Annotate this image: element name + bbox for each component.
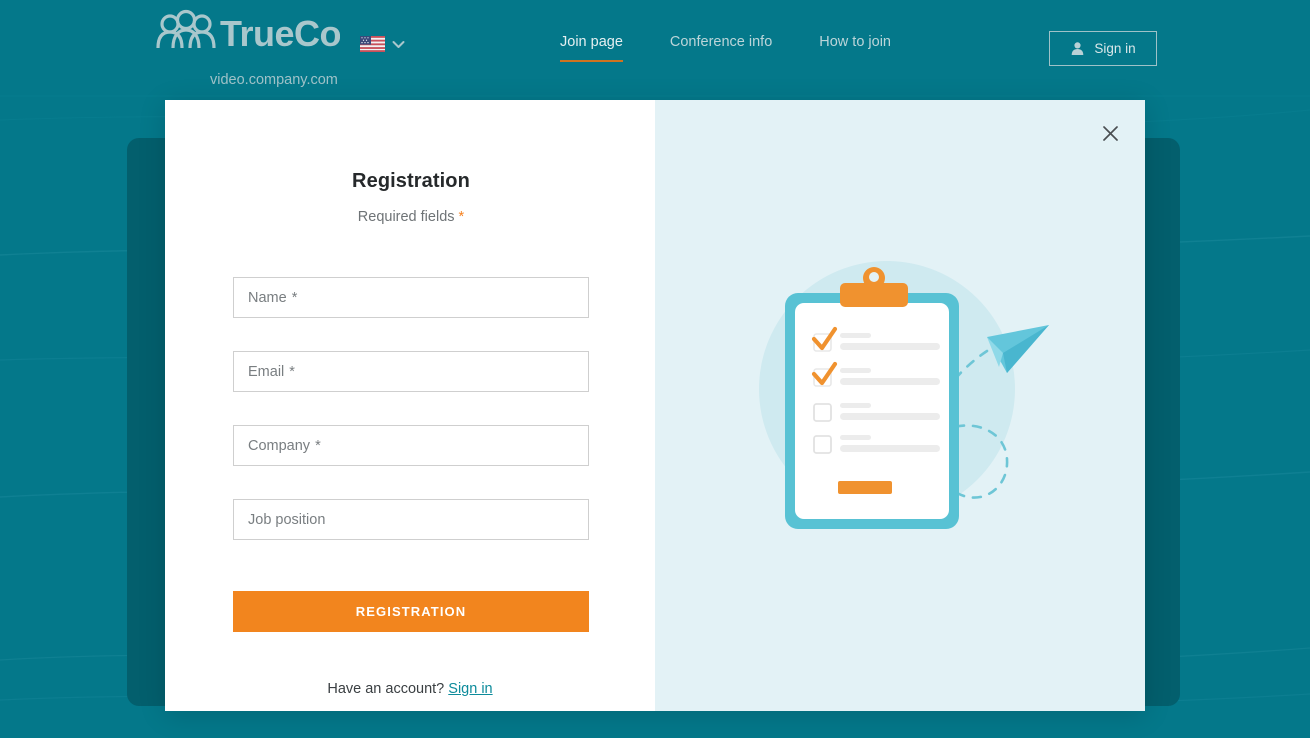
nav-item-conference-info[interactable]: Conference info bbox=[670, 34, 772, 62]
job-position-field-placeholder: Job position bbox=[248, 511, 326, 528]
brand-logo[interactable]: TrueConf video.company.com bbox=[150, 8, 350, 88]
name-required-asterisk: * bbox=[291, 289, 298, 306]
signin-button[interactable]: Sign in bbox=[1049, 31, 1157, 66]
logo-row: TrueConf bbox=[150, 8, 350, 58]
required-fields-note: Required fields * bbox=[233, 209, 589, 225]
svg-text:TrueConf: TrueConf bbox=[220, 13, 340, 54]
us-flag-icon bbox=[360, 36, 385, 52]
registration-form: Registration Required fields * Name * Em… bbox=[233, 100, 589, 632]
page-root: TrueConf video.company.com bbox=[0, 0, 1310, 738]
email-field[interactable]: Email * bbox=[233, 351, 589, 392]
brand-domain-text: video.company.com bbox=[210, 72, 338, 88]
modal-illustration-pane bbox=[655, 100, 1145, 711]
registration-modal: Registration Required fields * Name * Em… bbox=[165, 100, 1145, 711]
language-selector[interactable] bbox=[360, 36, 405, 52]
job-position-field[interactable]: Job position bbox=[233, 499, 589, 540]
person-icon bbox=[1072, 42, 1084, 55]
company-field[interactable]: Company * bbox=[233, 425, 589, 466]
modal-form-pane: Registration Required fields * Name * Em… bbox=[165, 100, 655, 711]
required-fields-text: Required fields bbox=[357, 209, 455, 225]
trueconf-logo-icon: TrueConf bbox=[156, 9, 340, 54]
close-icon bbox=[1102, 125, 1118, 141]
required-asterisk: * bbox=[458, 209, 465, 225]
close-modal-button[interactable] bbox=[1097, 120, 1123, 146]
email-field-placeholder: Email bbox=[248, 363, 285, 380]
email-required-asterisk: * bbox=[289, 363, 295, 380]
modal-title: Registration bbox=[352, 170, 470, 192]
company-field-placeholder: Company bbox=[248, 437, 311, 454]
nav-item-how-to-join[interactable]: How to join bbox=[819, 34, 891, 62]
site-header: TrueConf video.company.com bbox=[0, 0, 1310, 96]
clipboard-checklist-illustration bbox=[759, 260, 1049, 529]
signin-prompt-text: Have an account? bbox=[327, 681, 445, 697]
registration-submit-button[interactable]: REGISTRATION bbox=[233, 591, 589, 632]
nav-item-join-page[interactable]: Join page bbox=[560, 34, 623, 62]
name-field[interactable]: Name * bbox=[233, 277, 589, 318]
chevron-down-icon bbox=[392, 40, 405, 48]
main-nav: Join page Conference info How to join bbox=[560, 34, 891, 62]
signin-link[interactable]: Sign in bbox=[448, 681, 492, 697]
company-required-asterisk: * bbox=[315, 437, 321, 454]
signin-prompt: Have an account? Sign in bbox=[165, 681, 655, 697]
signin-button-label: Sign in bbox=[1094, 41, 1136, 56]
name-field-placeholder: Name bbox=[248, 289, 287, 306]
